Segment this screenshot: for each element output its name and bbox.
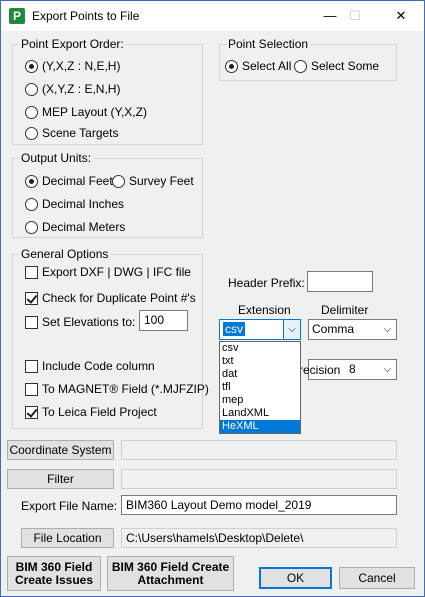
radio-decimal-meters-dot[interactable]	[25, 220, 38, 234]
radio-decimal-inches-dot[interactable]	[25, 197, 38, 211]
extension-option[interactable]: dat	[220, 368, 300, 381]
delimiter-value: Comma	[312, 322, 355, 336]
to-leica-label: To Leica Field Project	[42, 405, 157, 419]
bim360-create-attachment-line1: BIM 360 Field Create	[111, 559, 230, 574]
extension-option-highlighted[interactable]: HeXML	[220, 420, 300, 433]
radio-decimal-meters-label: Decimal Meters	[42, 220, 126, 234]
precision-label: recision	[299, 363, 341, 377]
general-options-group: General Options	[12, 247, 203, 429]
radio-survey-feet[interactable]: Survey Feet	[112, 173, 194, 189]
export-dxf-label: Export DXF | DWG | IFC file	[42, 265, 191, 279]
coordinate-system-field	[121, 440, 397, 460]
include-code-checkbox[interactable]: Include Code column	[25, 358, 155, 374]
radio-xyz[interactable]: (X,Y,Z : E,N,H)	[25, 81, 120, 97]
radio-decimal-feet-label: Decimal Feet	[42, 174, 113, 188]
precision-value: 8	[349, 362, 356, 376]
radio-scene-targets-label: Scene Targets	[42, 126, 119, 140]
radio-select-all-label: Select All	[242, 59, 292, 73]
radio-select-some[interactable]: Select Some	[294, 58, 379, 74]
ok-button[interactable]: OK	[259, 567, 332, 589]
filter-field	[121, 469, 397, 489]
chevron-down-icon[interactable]: ⌵	[379, 360, 396, 379]
export-dxf-box[interactable]	[25, 265, 38, 279]
extension-option[interactable]: LandXML	[220, 407, 300, 420]
bim360-create-issues-line1: BIM 360 Field	[15, 559, 93, 574]
radio-decimal-feet[interactable]: Decimal Feet	[25, 173, 113, 189]
export-points-dialog: P Export Points to File — ☐ ✕ Point Expo…	[0, 0, 425, 597]
extension-dropdown-list: csv txt dat tfl mep LandXML HeXML	[219, 341, 301, 434]
chevron-down-icon[interactable]: ⌵	[283, 320, 300, 339]
extension-value: csv	[223, 322, 245, 336]
radio-yxz-label: (Y,X,Z : N,E,H)	[42, 59, 121, 73]
to-magnet-box[interactable]	[25, 382, 38, 396]
filter-button[interactable]: Filter	[7, 469, 114, 489]
point-export-order-label: Point Export Order:	[19, 37, 126, 51]
radio-decimal-inches-label: Decimal Inches	[42, 197, 125, 211]
include-code-label: Include Code column	[42, 359, 155, 373]
export-file-name-input[interactable]: BIM360 Layout Demo model_2019	[121, 495, 397, 515]
radio-survey-feet-dot[interactable]	[112, 174, 125, 188]
set-elevations-checkbox[interactable]: Set Elevations to:	[25, 314, 135, 330]
radio-decimal-feet-dot[interactable]	[25, 174, 38, 188]
to-leica-checkbox[interactable]: To Leica Field Project	[25, 404, 157, 420]
export-dxf-checkbox[interactable]: Export DXF | DWG | IFC file	[25, 264, 191, 280]
close-icon[interactable]: ✕	[390, 5, 412, 27]
coordinate-system-button[interactable]: Coordinate System	[7, 440, 114, 460]
title-bar: P Export Points to File — ☐ ✕	[1, 1, 424, 31]
delimiter-label: Delimiter	[321, 303, 369, 317]
radio-select-some-label: Select Some	[311, 59, 380, 73]
delimiter-select[interactable]: Comma ⌵	[308, 319, 397, 340]
extension-option[interactable]: tfl	[220, 381, 300, 394]
app-logo-icon: P	[9, 8, 25, 24]
extension-label: Extension	[238, 303, 291, 317]
cancel-button[interactable]: Cancel	[339, 567, 415, 589]
general-options-label: General Options	[19, 247, 111, 261]
radio-scene-targets[interactable]: Scene Targets	[25, 125, 119, 141]
extension-option[interactable]: mep	[220, 394, 300, 407]
output-units-label: Output Units:	[19, 151, 94, 165]
check-duplicates-box[interactable]	[25, 291, 38, 305]
radio-xyz-label: (X,Y,Z : E,N,H)	[42, 82, 121, 96]
set-elevations-box[interactable]	[25, 315, 38, 329]
extension-select[interactable]: csv ⌵	[219, 319, 301, 340]
to-magnet-label: To MAGNET® Field (*.MJFZIP)	[42, 382, 209, 396]
header-prefix-label: Header Prefix:	[228, 276, 305, 290]
radio-yxz[interactable]: (Y,X,Z : N,E,H)	[25, 58, 120, 74]
check-duplicates-checkbox[interactable]: Check for Duplicate Point #'s	[25, 290, 196, 306]
point-selection-label: Point Selection	[226, 37, 311, 51]
elevation-input[interactable]: 100	[139, 310, 188, 331]
to-leica-box[interactable]	[25, 405, 38, 419]
window-title: Export Points to File	[32, 9, 140, 23]
bim360-create-attachment-button[interactable]: BIM 360 Field Create Attachment	[107, 556, 234, 591]
maximize-icon: ☐	[349, 8, 361, 23]
radio-xyz-dot[interactable]	[25, 82, 38, 96]
radio-select-some-dot[interactable]	[294, 59, 307, 73]
bim360-create-issues-button[interactable]: BIM 360 Field Create Issues	[7, 556, 101, 591]
bim360-create-issues-line2: Create Issues	[14, 572, 94, 587]
radio-scene-targets-dot[interactable]	[25, 126, 38, 140]
check-duplicates-label: Check for Duplicate Point #'s	[42, 291, 196, 305]
radio-decimal-inches[interactable]: Decimal Inches	[25, 196, 124, 212]
bim360-create-attachment-line2: Attachment	[137, 572, 204, 587]
radio-survey-feet-label: Survey Feet	[129, 174, 194, 188]
extension-option[interactable]: txt	[220, 355, 300, 368]
file-location-button[interactable]: File Location	[21, 528, 114, 548]
include-code-box[interactable]	[25, 359, 38, 373]
header-prefix-input[interactable]	[307, 271, 373, 292]
radio-select-all-dot[interactable]	[225, 59, 238, 73]
set-elevations-label: Set Elevations to:	[42, 315, 136, 329]
chevron-down-icon[interactable]: ⌵	[379, 320, 396, 339]
radio-mep-layout[interactable]: MEP Layout (Y,X,Z)	[25, 104, 147, 120]
radio-mep-layout-label: MEP Layout (Y,X,Z)	[42, 105, 147, 119]
file-location-field: C:\Users\hamels\Desktop\Delete\	[121, 528, 397, 548]
radio-decimal-meters[interactable]: Decimal Meters	[25, 219, 125, 235]
export-file-name-label: Export File Name:	[21, 499, 118, 513]
minimize-icon[interactable]: —	[319, 5, 341, 27]
extension-option[interactable]: csv	[220, 342, 300, 355]
radio-select-all[interactable]: Select All	[225, 58, 291, 74]
radio-yxz-dot[interactable]	[25, 59, 38, 73]
radio-mep-layout-dot[interactable]	[25, 105, 38, 119]
to-magnet-checkbox[interactable]: To MAGNET® Field (*.MJFZIP)	[25, 381, 209, 397]
